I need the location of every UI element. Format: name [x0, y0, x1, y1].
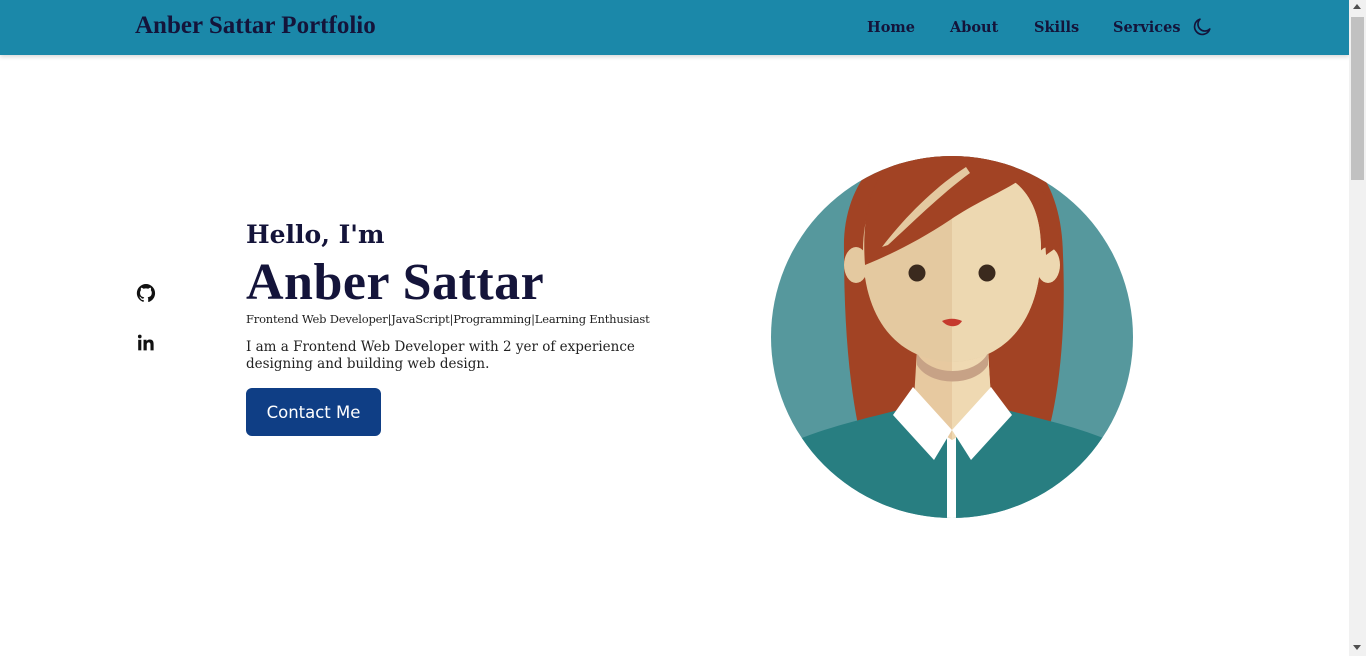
linkedin-icon[interactable] — [135, 332, 157, 354]
github-icon[interactable] — [135, 282, 157, 304]
scroll-up-arrow-icon[interactable] — [1353, 4, 1361, 9]
page: Anber Sattar Portfolio Home About Skills… — [0, 0, 1349, 656]
page-scrollbar[interactable] — [1349, 0, 1366, 656]
moon-icon[interactable] — [1191, 16, 1213, 38]
nav-link-skills[interactable]: Skills — [1034, 19, 1079, 36]
hero-greeting: Hello, I'm — [246, 220, 385, 249]
main-nav: Home About Skills Services — [0, 19, 1349, 39]
nav-link-about[interactable]: About — [950, 19, 998, 36]
nav-link-services[interactable]: Services — [1113, 19, 1181, 36]
woman-avatar-illustration — [770, 125, 1135, 525]
hero-subtitle: Frontend Web Developer|JavaScript|Progra… — [246, 312, 650, 326]
top-navbar: Anber Sattar Portfolio Home About Skills… — [0, 0, 1349, 55]
nav-link-home[interactable]: Home — [867, 19, 915, 36]
scroll-down-arrow-icon[interactable] — [1353, 645, 1361, 650]
hero-description: I am a Frontend Web Developer with 2 yer… — [246, 339, 635, 372]
scrollbar-thumb[interactable] — [1351, 17, 1364, 180]
contact-me-button[interactable]: Contact Me — [246, 388, 381, 436]
hero-name: Anber Sattar — [246, 254, 545, 311]
